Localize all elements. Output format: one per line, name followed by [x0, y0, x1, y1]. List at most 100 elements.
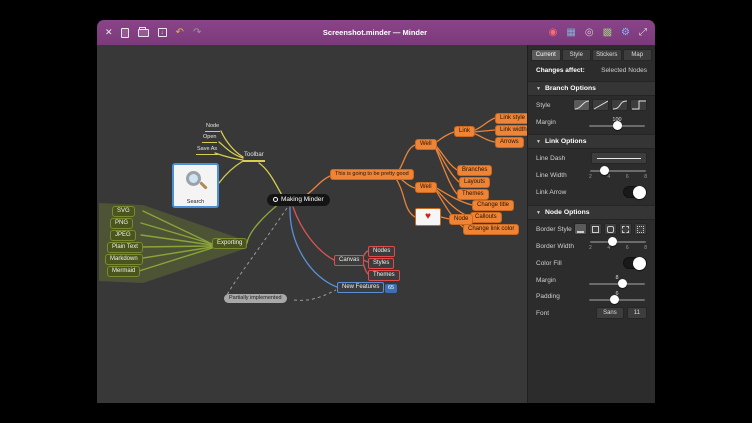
node-heart-label[interactable]: Node — [449, 214, 473, 225]
node-png[interactable]: PNG — [110, 218, 133, 229]
node-new-features[interactable]: New Features — [337, 282, 384, 293]
node-callouts[interactable]: Callouts — [470, 212, 502, 223]
node-node-leaf[interactable]: Node — [205, 123, 220, 132]
branch-style-straight-button[interactable] — [592, 99, 609, 111]
tab-style[interactable]: Style — [562, 49, 592, 61]
node-jpeg[interactable]: JPEG — [110, 230, 136, 241]
node-styles[interactable]: Styles — [368, 258, 394, 269]
magnifier-icon — [186, 171, 208, 193]
display-icon[interactable]: ▦ — [566, 28, 575, 38]
branch-style-square-button[interactable] — [630, 99, 647, 111]
border-style-dotted-button[interactable] — [634, 223, 647, 235]
mindmap-canvas[interactable]: Node Open Save As Toolbar Search Making … — [97, 45, 527, 403]
open-folder-icon[interactable] — [138, 29, 149, 37]
node-margin-slider[interactable] — [589, 283, 645, 285]
node-count-badge: 65 — [385, 284, 397, 293]
node-arrows[interactable]: Arrows — [495, 137, 524, 148]
new-document-icon[interactable] — [121, 28, 129, 38]
save-icon[interactable]: ↓ — [158, 28, 167, 37]
node-toolbar[interactable]: Toolbar — [243, 152, 265, 162]
yellow-edges — [215, 131, 283, 197]
changes-affect-dropdown[interactable]: Selected Nodes — [601, 67, 647, 74]
toolbar-left: ↓ ↶ ↷ — [121, 28, 202, 38]
blue-edges — [290, 207, 337, 287]
stage: ✕ ↓ ↶ ↷ Screenshot.minder — Minder ◉ ▦ ◎… — [0, 0, 752, 423]
line-dash-dropdown[interactable] — [591, 152, 647, 164]
node-nodes[interactable]: Nodes — [368, 246, 395, 257]
node-markdown[interactable]: Markdown — [105, 254, 143, 265]
border-style-underline-button[interactable] — [574, 223, 587, 235]
sticker-grid-icon[interactable]: ▩ — [603, 28, 612, 38]
node-label: Search — [187, 199, 204, 205]
node-svg[interactable]: SVG — [112, 206, 135, 217]
node-well-2[interactable]: Well — [415, 182, 437, 193]
tab-stickers[interactable]: Stickers — [592, 49, 622, 61]
section-title: Node Options — [545, 209, 590, 216]
node-bullet-icon — [273, 197, 278, 202]
changes-affect-label: Changes affect: — [536, 67, 585, 74]
node-pretty-good[interactable]: This is going to be pretty good — [330, 169, 414, 180]
node-partially-implemented[interactable]: Partially implemented — [224, 294, 287, 303]
branch-margin-slider[interactable] — [589, 125, 645, 127]
heart-icon: ♥ — [425, 212, 431, 222]
branch-options-header[interactable]: ▼ Branch Options — [528, 81, 655, 96]
search-icon[interactable]: ◎ — [585, 28, 594, 38]
line-width-ticks: 2 4 6 8 — [589, 174, 647, 180]
border-style-dashed-button[interactable] — [619, 223, 632, 235]
undo-icon[interactable]: ↶ — [176, 28, 184, 38]
node-canvas[interactable]: Canvas — [334, 255, 364, 266]
node-options-header[interactable]: ▼ Node Options — [528, 205, 655, 220]
node-exporting[interactable]: Exporting — [212, 238, 247, 249]
node-padding-slider[interactable] — [589, 299, 645, 301]
node-link[interactable]: Link — [454, 126, 475, 137]
node-change-link-color[interactable]: Change link color — [463, 224, 519, 235]
node-link-width[interactable]: Link width — [495, 125, 527, 136]
node-themes-2[interactable]: Themes — [368, 270, 400, 281]
record-icon[interactable]: ◉ — [549, 28, 558, 38]
line-width-slider[interactable] — [590, 170, 646, 172]
node-heart-image[interactable]: ♥ — [415, 208, 441, 226]
node-link-style[interactable]: Link style — [495, 113, 527, 124]
node-plain-text[interactable]: Plain Text — [107, 242, 143, 253]
node-save-as-leaf[interactable]: Save As — [196, 146, 218, 155]
link-arrow-label: Link Arrow — [536, 189, 566, 196]
node-layouts[interactable]: Layouts — [459, 177, 490, 188]
border-style-rounded-button[interactable] — [604, 223, 617, 235]
node-change-title[interactable]: Change title — [472, 200, 514, 211]
close-icon[interactable]: ✕ — [105, 27, 113, 38]
node-mermaid[interactable]: Mermaid — [107, 266, 140, 277]
node-making-minder[interactable]: Making Minder — [267, 194, 330, 206]
link-arrow-toggle[interactable] — [623, 186, 647, 198]
branch-style-curved-button[interactable] — [573, 99, 590, 111]
node-padding-label: Padding — [536, 293, 560, 300]
border-width-slider[interactable] — [590, 241, 646, 243]
section-title: Branch Options — [545, 85, 596, 92]
toggle-knob — [633, 186, 646, 199]
border-style-solid-button[interactable] — [589, 223, 602, 235]
fullscreen-icon[interactable]: ⤢ — [639, 28, 647, 38]
dashed-edges — [227, 208, 336, 300]
link-options-header[interactable]: ▼ Link Options — [528, 134, 655, 149]
border-style-buttons — [574, 223, 647, 235]
expander-icon: ▼ — [536, 210, 541, 216]
node-branches[interactable]: Branches — [457, 165, 492, 176]
node-well-1[interactable]: Well — [415, 139, 437, 150]
tick: 6 — [626, 174, 629, 180]
font-family-button[interactable]: Sans — [596, 307, 624, 319]
tick: 4 — [607, 245, 610, 251]
solid-line-preview — [597, 158, 641, 159]
branch-style-elbow-button[interactable] — [611, 99, 628, 111]
node-open-leaf[interactable]: Open — [202, 134, 217, 143]
settings-icon[interactable]: ⚙ — [621, 28, 630, 38]
font-size-spinner[interactable]: 11 — [627, 307, 647, 319]
toolbar-right: ◉ ▦ ◎ ▩ ⚙ ⤢ — [549, 28, 647, 38]
node-themes[interactable]: Themes — [457, 189, 489, 200]
node-label: Making Minder — [281, 196, 324, 204]
redo-icon[interactable]: ↷ — [193, 28, 201, 38]
tab-map[interactable]: Map — [623, 49, 653, 61]
node-search-image[interactable]: Search — [172, 163, 219, 208]
tab-current[interactable]: Current — [531, 49, 561, 61]
color-fill-toggle[interactable] — [623, 257, 647, 269]
font-controls: Sans 11 — [596, 307, 647, 319]
toggle-knob — [633, 257, 646, 270]
